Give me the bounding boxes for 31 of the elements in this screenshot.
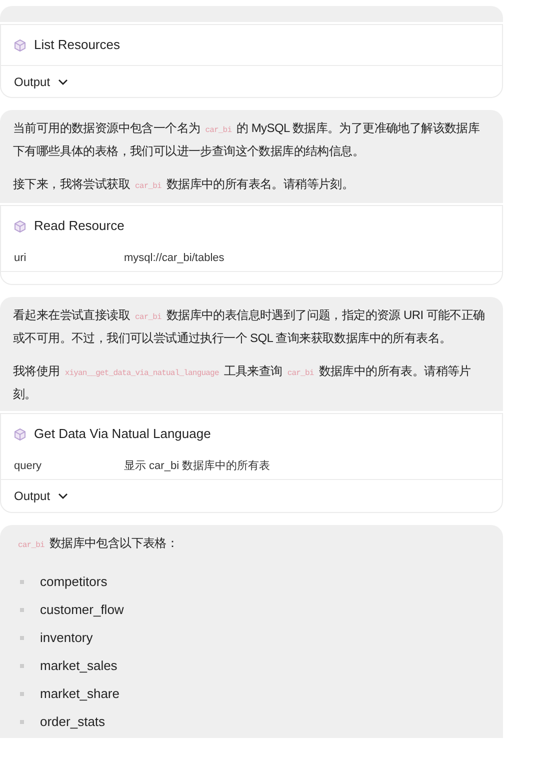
message-text: car_bi 数据库中包含以下表格：	[17, 535, 180, 552]
cube-icon	[14, 220, 26, 232]
output-toggle[interactable]: Output	[1, 65, 502, 97]
bullet-icon	[20, 580, 24, 584]
bullet-icon	[20, 692, 24, 696]
table-name: competitors	[40, 573, 108, 591]
bullet-icon	[20, 608, 24, 612]
message-text: 当前可用的数据资源中包含一个名为 car_bi 的 MySQL 数据库。为了更准确地了解该数据库下有哪些具体的表格，我们可以进一步查询这个数据库的结构信息。	[13, 120, 481, 160]
bullet-icon	[20, 636, 24, 640]
tool-title: List Resources	[34, 36, 120, 54]
table-name: customer_flow	[40, 601, 124, 619]
table-name: inventory	[40, 629, 93, 647]
param-value: mysql://car_bi/tables	[124, 251, 224, 266]
tool-title: Read Resource	[34, 217, 124, 236]
message-text: 接下来，我将尝试获取 car_bi 数据库中的所有表名。请稍等片刻。	[13, 176, 355, 193]
message-text: 我将使用 xiyan__get_data_via_natual_language 工具来查询 car_bi 数据库中的所有表。请稍等片刻。	[13, 363, 472, 403]
param-key: query	[14, 458, 124, 475]
param-value: 显示 car_bi 数据库中的所有表	[124, 458, 270, 474]
cube-icon	[14, 38, 26, 52]
table-name: market_sales	[40, 657, 118, 675]
table-name: order_stats	[40, 713, 106, 731]
output-toggle[interactable]: Output	[1, 480, 502, 512]
cube-icon	[14, 428, 26, 440]
tool-title: Get Data Via Natual Language	[34, 425, 211, 444]
bullet-icon	[20, 664, 24, 668]
table-name: market_share	[40, 685, 120, 703]
bullet-icon	[20, 720, 24, 724]
chevron-icon	[58, 78, 68, 84]
chevron-icon	[58, 493, 68, 499]
message-text: 看起来在尝试直接读取 car_bi 数据库中的表信息时遇到了问题，指定的资源 URI 可能不正确或不可用。不过，我们可以尝试通过执行一个 SQL 查询来获取数据库中的所有表名。	[13, 307, 486, 347]
param-key: uri	[14, 250, 124, 267]
